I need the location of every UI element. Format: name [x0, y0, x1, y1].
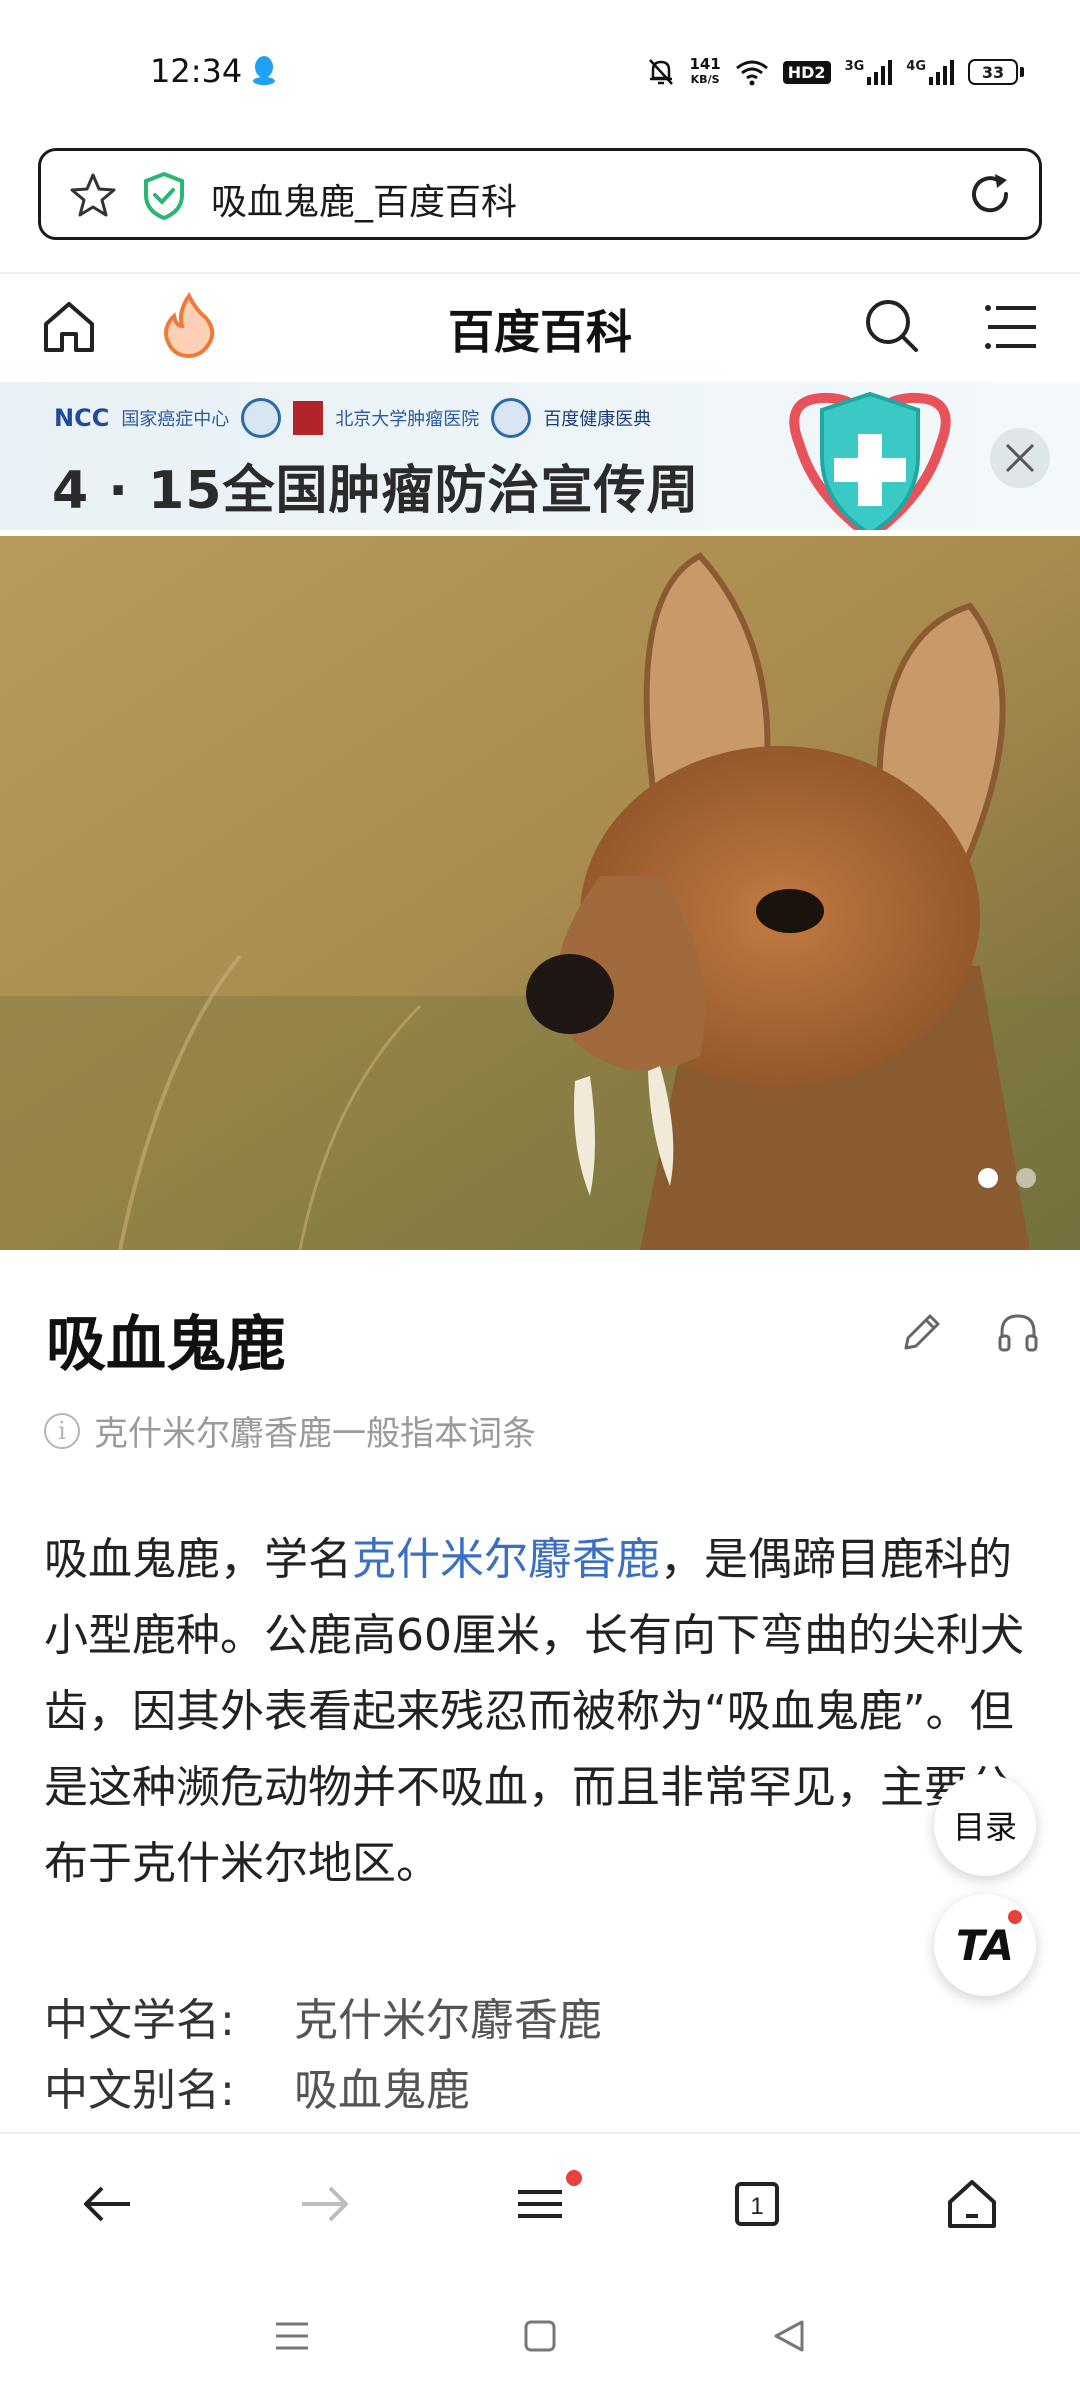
- summary-text-2: ，是偶蹄目鹿科的小型鹿种。公鹿高60厘米，长有向下弯曲的尖利犬齿，因其外表看起来…: [44, 1534, 1024, 1889]
- signal-bars-icon: [867, 60, 893, 85]
- info-icon: i: [44, 1412, 80, 1449]
- deer-photo: [0, 536, 1080, 1250]
- ta-button[interactable]: TA: [934, 1894, 1036, 1996]
- close-icon: [1005, 443, 1035, 473]
- table-of-contents-button[interactable]: 目录: [934, 1774, 1036, 1876]
- net-speed-unit: KB/S: [690, 73, 720, 86]
- qq-notification-icon: [253, 56, 275, 85]
- info-key: 中文别名:: [44, 2065, 235, 2116]
- sim2-network-type: 4G: [906, 59, 926, 74]
- site-header: 百度百科: [0, 272, 1080, 382]
- info-value: 克什米尔麝香鹿: [294, 1995, 602, 2046]
- mute-bell-icon: [649, 59, 674, 85]
- ncc-logo-text: 国家癌症中心: [121, 409, 230, 430]
- menu-icon[interactable]: [984, 302, 1040, 352]
- disambiguation-text: 克什米尔麝香鹿一般指本词条: [94, 1414, 536, 1454]
- status-bar: 12:34 141 KB/S HD2 3G 4G 33: [0, 0, 1080, 140]
- refresh-icon[interactable]: [965, 169, 1015, 219]
- pku-logo-text: 北京大学肿瘤医院: [335, 409, 480, 430]
- info-key: 中文学名:: [44, 1995, 235, 2046]
- address-bar[interactable]: 吸血鬼鹿_百度百科: [38, 148, 1042, 240]
- carousel-dot-active[interactable]: [978, 1168, 998, 1188]
- ncc-logo: NCC: [54, 404, 110, 432]
- article-title: 吸血鬼鹿: [46, 1310, 286, 1380]
- signal-sim1: 3G: [845, 59, 893, 85]
- summary-text-1: 吸血鬼鹿，学名: [44, 1534, 352, 1585]
- status-time: 12:34: [150, 52, 243, 90]
- medical-shield-icon: [789, 391, 951, 530]
- network-speed: 141 KB/S: [689, 57, 720, 87]
- carousel-indicator: [978, 1168, 1036, 1188]
- info-row-alias: 中文别名: 吸血鬼鹿: [44, 2054, 470, 2118]
- ta-label: TA: [956, 1920, 1014, 1970]
- toc-label: 目录: [952, 1808, 1017, 1846]
- edit-pencil-icon[interactable]: [900, 1310, 944, 1354]
- browser-home-icon[interactable]: [944, 2174, 1000, 2234]
- battery-tip: [1020, 67, 1024, 77]
- battery-indicator: 33: [968, 59, 1024, 85]
- pku-logo: [293, 401, 324, 435]
- signal-bars-icon: [929, 60, 954, 85]
- banner-headline: 4 · 15全国肿瘤防治宣传周: [52, 461, 700, 521]
- search-icon[interactable]: [862, 296, 922, 356]
- scientific-name-link[interactable]: 克什米尔麝香鹿: [352, 1534, 660, 1585]
- hospital-emblem-logo: [491, 398, 532, 438]
- address-page-title[interactable]: 吸血鬼鹿_百度百科: [211, 173, 517, 225]
- bookmark-star-icon[interactable]: [69, 171, 117, 219]
- article-summary: 吸血鬼鹿，学名克什米尔麝香鹿，是偶蹄目鹿科的小型鹿种。公鹿高60厘米，长有向下弯…: [44, 1522, 1024, 1902]
- net-speed-value: 141: [689, 55, 721, 73]
- info-value: 吸血鬼鹿: [294, 2065, 470, 2116]
- disambiguation-note[interactable]: i 克什米尔麝香鹿一般指本词条: [44, 1406, 536, 1455]
- emblem-logo: [241, 398, 282, 438]
- info-row-scientific-name: 中文学名: 克什米尔麝香鹿: [44, 1984, 602, 2048]
- banner-logos: NCC 国家癌症中心 北京大学肿瘤医院 百度健康医典: [54, 398, 651, 438]
- promo-banner[interactable]: NCC 国家癌症中心 北京大学肿瘤医院 百度健康医典 4 · 15全国肿瘤防治宣…: [0, 382, 1080, 530]
- security-shield-icon[interactable]: [141, 171, 187, 221]
- baidu-health-logo-text: 百度健康医典: [543, 409, 652, 430]
- sim1-network-type: 3G: [844, 59, 865, 74]
- browser-toolbar: 1: [0, 2132, 1080, 2272]
- ta-notification-dot: [1006, 1908, 1024, 1926]
- wifi-icon: [735, 60, 768, 86]
- forward-arrow-icon[interactable]: [294, 2174, 354, 2234]
- hd-voice-badge: HD2: [782, 60, 831, 84]
- carousel-dot[interactable]: [1016, 1168, 1036, 1188]
- hero-image-carousel[interactable]: [0, 536, 1080, 1250]
- battery-level: 33: [968, 59, 1018, 85]
- svg-text:1: 1: [750, 2193, 763, 2220]
- system-home-icon[interactable]: [522, 2316, 558, 2356]
- browser-menu-icon[interactable]: [514, 2174, 566, 2234]
- back-arrow-icon[interactable]: [78, 2174, 138, 2234]
- signal-sim2: 4G: [906, 59, 954, 85]
- system-back-icon[interactable]: [770, 2316, 810, 2356]
- system-navigation-bar: [0, 2272, 1080, 2400]
- menu-notification-dot: [566, 2170, 582, 2186]
- headphones-icon[interactable]: [996, 1310, 1040, 1354]
- recent-apps-icon[interactable]: [272, 2316, 312, 2356]
- banner-close-button[interactable]: [990, 428, 1050, 488]
- status-indicators: 141 KB/S HD2 3G 4G 33: [647, 50, 1024, 94]
- tabs-count-icon[interactable]: 1: [732, 2174, 782, 2234]
